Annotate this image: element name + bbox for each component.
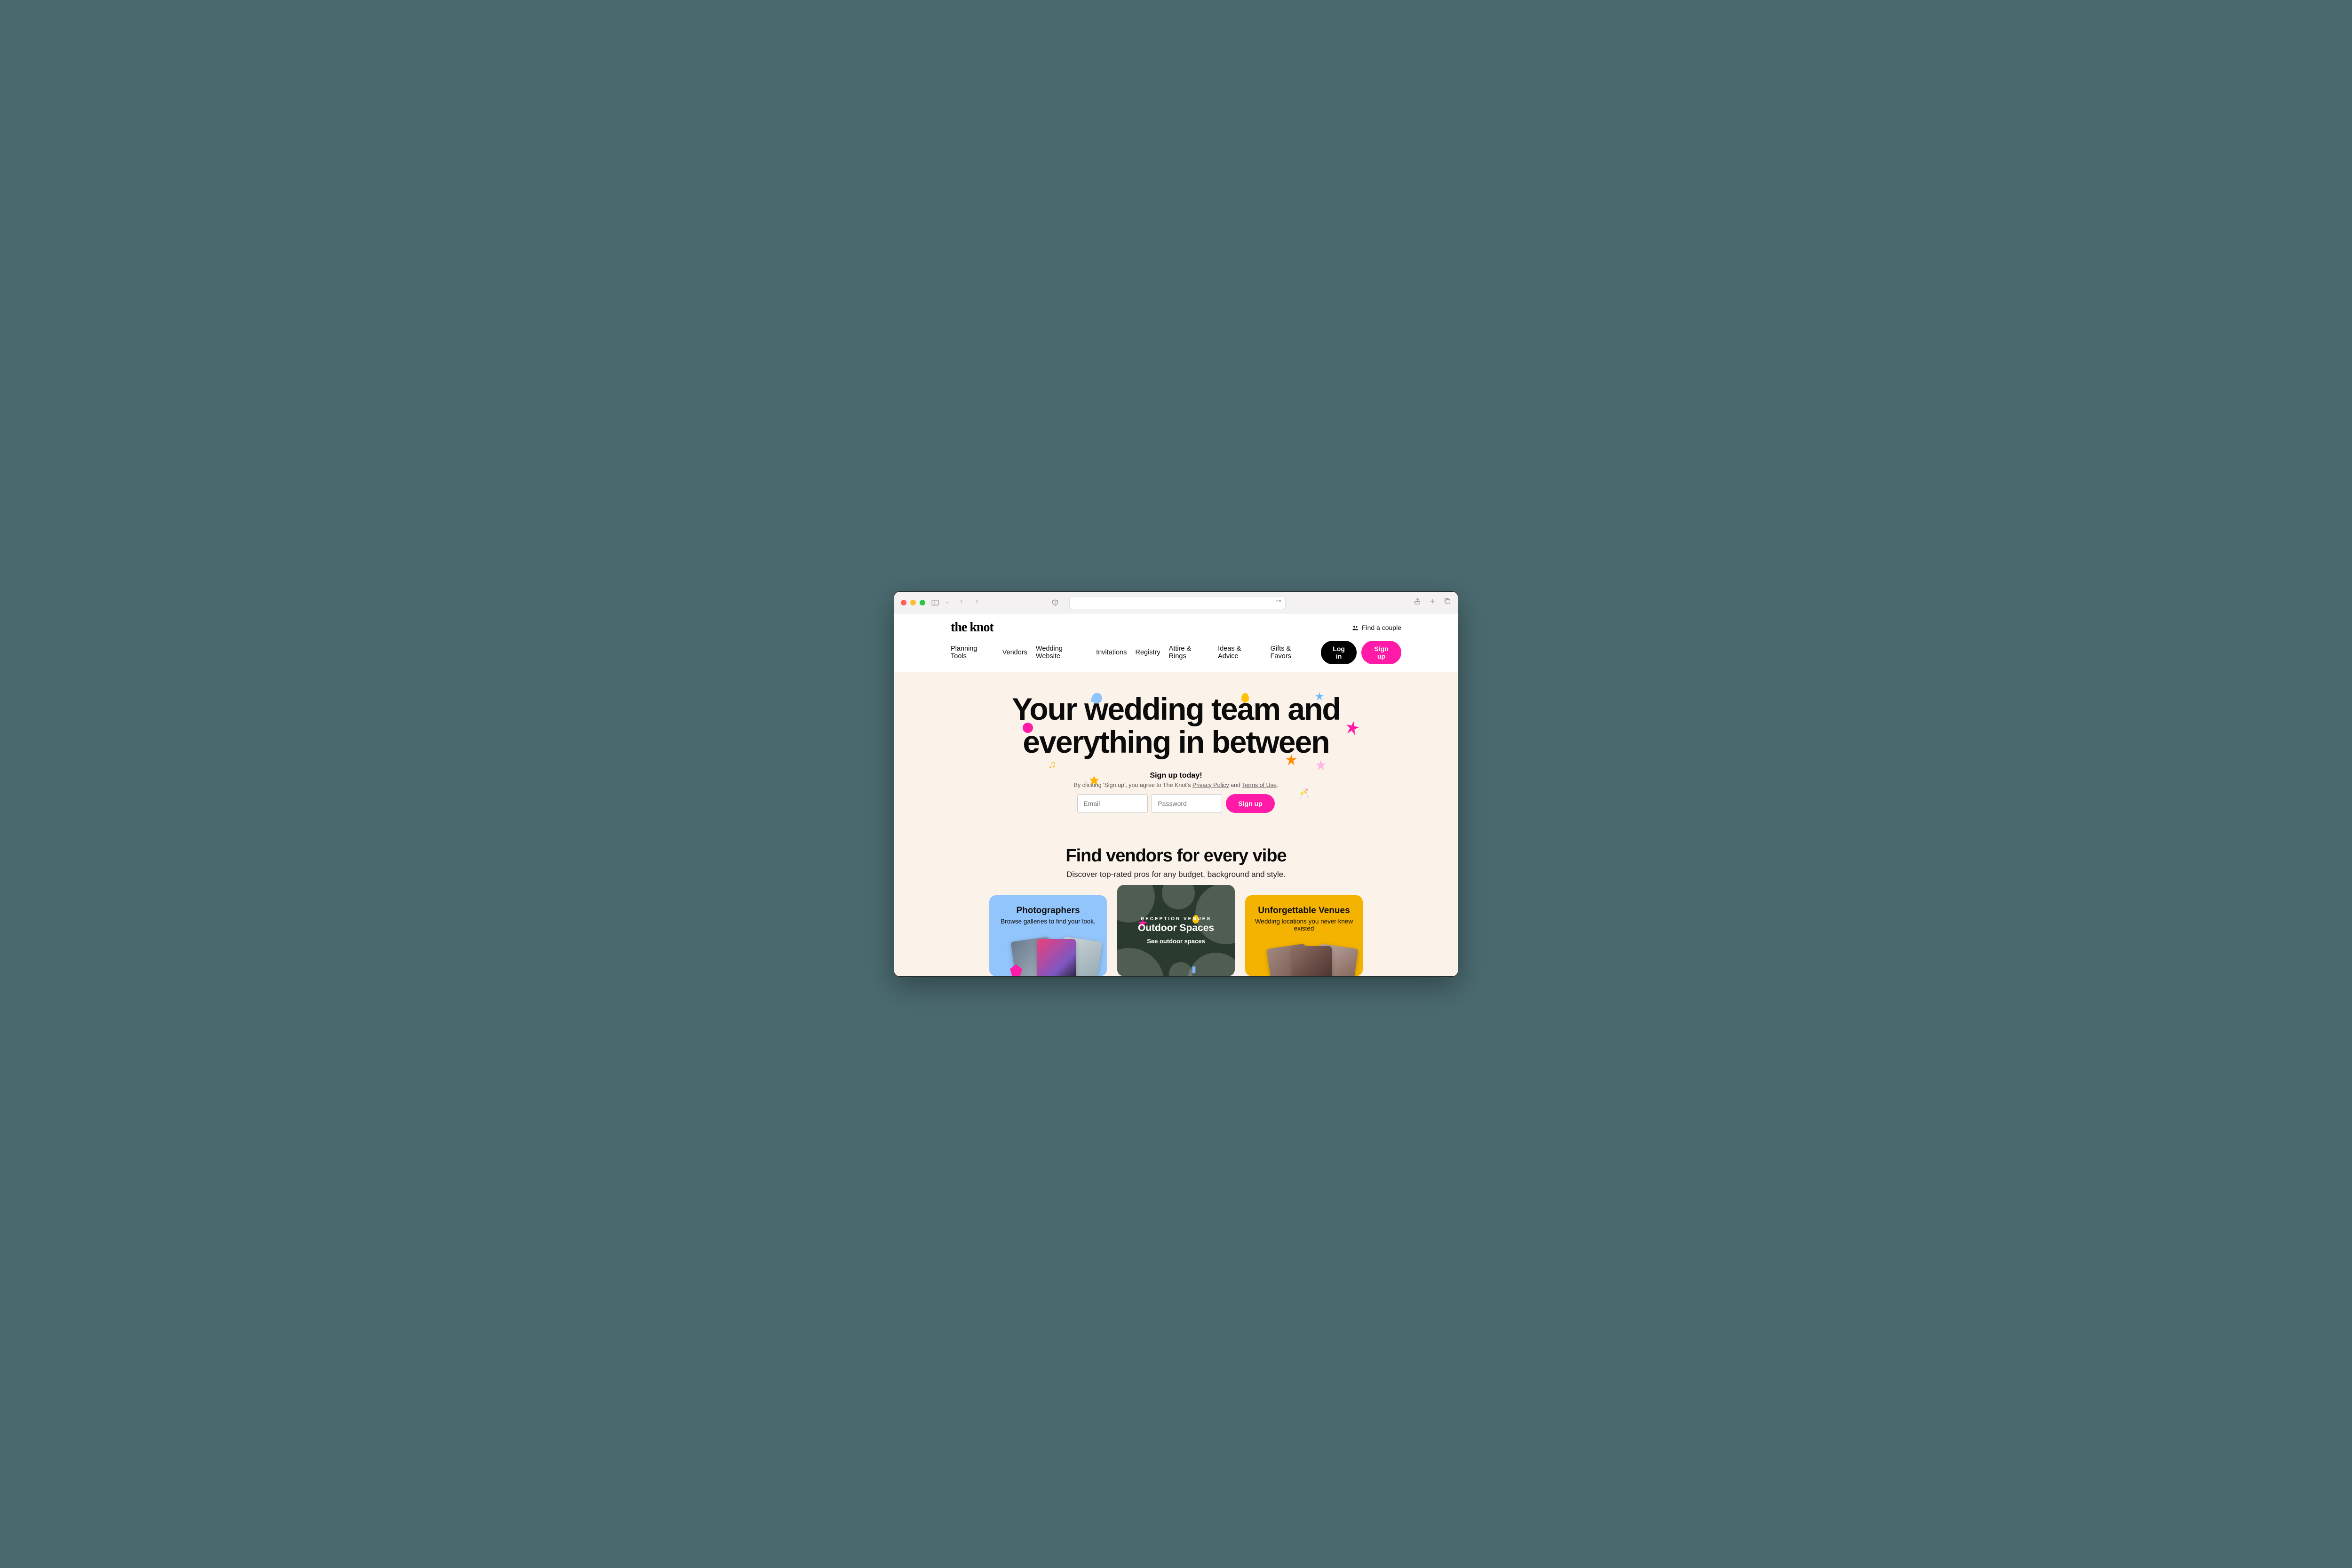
logo[interactable]: the knot [951, 620, 993, 635]
star-icon [1316, 760, 1326, 770]
signup-button[interactable]: Sign up [1361, 641, 1401, 664]
card-desc: Wedding locations you never knew existed [1254, 918, 1354, 932]
lamp-icon: ▮ [1192, 964, 1196, 974]
terms-of-use-link[interactable]: Terms of Use [1242, 782, 1277, 788]
cheers-icon: 🥂 [1297, 787, 1311, 801]
find-a-couple-label: Find a couple [1362, 624, 1401, 631]
forward-icon[interactable] [973, 598, 980, 607]
thumbnail-image [1037, 939, 1076, 976]
back-icon[interactable] [958, 598, 965, 607]
chevron-down-icon[interactable] [945, 599, 950, 606]
card-thumbnails [1254, 938, 1354, 976]
card-desc: Browse galleries to find your look. [998, 918, 1098, 925]
nav-gifts-favors[interactable]: Gifts & Favors [1271, 645, 1313, 660]
nav-attire-rings[interactable]: Attire & Rings [1169, 645, 1209, 660]
site-header: the knot Find a couple Planning Tools Ve… [894, 613, 1458, 672]
nav-vendors[interactable]: Vendors [1002, 649, 1027, 656]
close-window-icon[interactable] [901, 600, 906, 605]
reload-icon[interactable] [1275, 599, 1281, 605]
hero-title: Your wedding team and everything in betw… [988, 693, 1364, 758]
vendors-section: Find vendors for every vibe Discover top… [894, 832, 1458, 976]
login-button[interactable]: Log in [1321, 641, 1357, 664]
vendors-subtitle: Discover top-rated pros for any budget, … [913, 870, 1439, 879]
maximize-window-icon[interactable] [920, 600, 925, 605]
minimize-window-icon[interactable] [910, 600, 916, 605]
music-note-icon: ♫ [1048, 758, 1056, 771]
card-title: Unforgettable Venues [1254, 906, 1354, 916]
privacy-policy-link[interactable]: Privacy Policy [1192, 782, 1229, 788]
card-kicker: RECEPTION VENUES [1141, 916, 1211, 922]
browser-window: the knot Find a couple Planning Tools Ve… [894, 591, 1458, 977]
card-photographers[interactable]: Photographers Browse galleries to find y… [989, 895, 1107, 976]
signup-legal: By clicking 'Sign up', you agree to The … [1044, 782, 1308, 788]
card-venues[interactable]: Unforgettable Venues Wedding locations y… [1245, 895, 1363, 976]
card-outdoor-spaces[interactable]: ▮ RECEPTION VENUES Outdoor Spaces See ou… [1117, 885, 1235, 976]
tabs-overview-icon[interactable] [1444, 597, 1451, 607]
find-a-couple-link[interactable]: Find a couple [1352, 624, 1401, 631]
share-icon[interactable] [1414, 597, 1421, 607]
card-thumbnails [998, 931, 1098, 973]
privacy-shield-icon[interactable] [1051, 599, 1059, 606]
signup-area: Sign up today! By clicking 'Sign up', yo… [1044, 772, 1308, 813]
url-bar[interactable] [1069, 596, 1286, 609]
signup-title: Sign up today! [1044, 772, 1308, 780]
nav-planning-tools[interactable]: Planning Tools [951, 645, 994, 660]
main-nav: Planning Tools Vendors Wedding Website I… [951, 635, 1401, 672]
sidebar-toggle-icon[interactable] [931, 598, 939, 607]
window-controls [901, 600, 925, 605]
people-icon [1352, 624, 1359, 631]
email-field[interactable] [1077, 794, 1148, 813]
thumbnail-image [1293, 946, 1332, 976]
nav-wedding-website[interactable]: Wedding Website [1036, 645, 1088, 660]
umbrella-icon [1195, 885, 1235, 944]
nav-registry[interactable]: Registry [1135, 649, 1160, 656]
new-tab-icon[interactable] [1429, 597, 1436, 607]
card-title: Photographers [998, 906, 1098, 916]
hero-section: ♫ 🥂 Your wedding team and everything in … [894, 672, 1458, 832]
see-outdoor-spaces-link[interactable]: See outdoor spaces [1147, 938, 1205, 945]
umbrella-icon [1117, 948, 1164, 976]
umbrella-icon [1162, 885, 1195, 909]
vendors-title: Find vendors for every vibe [913, 846, 1439, 866]
password-field[interactable] [1152, 794, 1222, 813]
hero-signup-button[interactable]: Sign up [1226, 794, 1274, 813]
umbrella-icon [1169, 962, 1192, 976]
browser-chrome [894, 592, 1458, 613]
nav-invitations[interactable]: Invitations [1096, 649, 1127, 656]
card-title: Outdoor Spaces [1138, 923, 1214, 934]
nav-ideas-advice[interactable]: Ideas & Advice [1218, 645, 1262, 660]
